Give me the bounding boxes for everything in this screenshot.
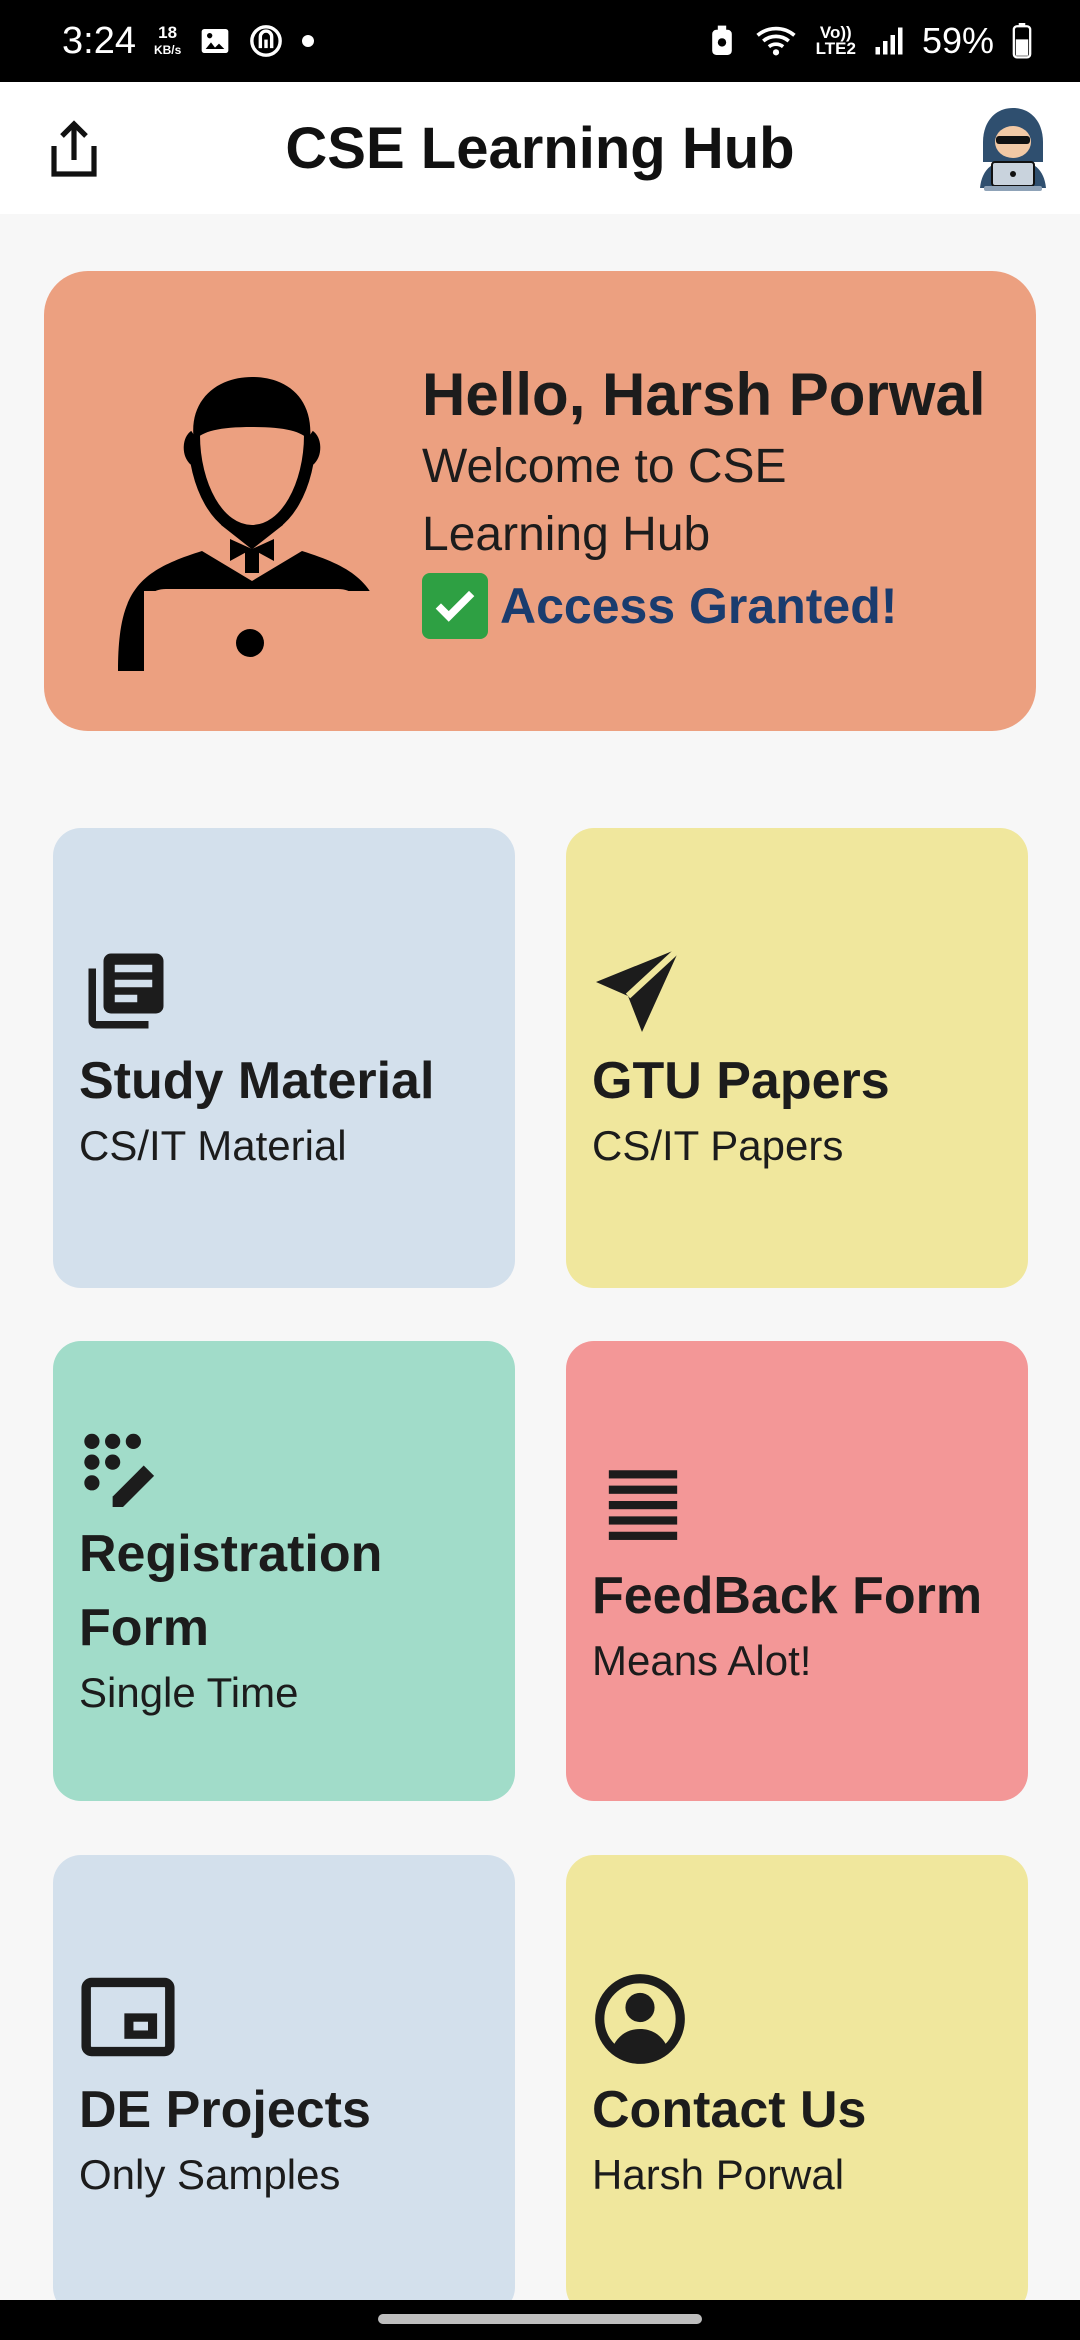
welcome-card: Hello, Harsh Porwal Welcome to CSE Learn… [44, 271, 1036, 731]
app-notification-icon [249, 24, 283, 58]
tile-title: FeedBack Form [592, 1567, 983, 1625]
tile-subtitle: Means Alot! [592, 1637, 812, 1684]
tile-study-material[interactable]: Study Material CS/IT Material [53, 828, 515, 1288]
tile-subtitle: CS/IT Papers [592, 1122, 844, 1169]
net-speed: 18 KB/s [153, 22, 182, 58]
tile-subtitle: Harsh Porwal [592, 2151, 845, 2198]
tile-title: Study Material [79, 1052, 435, 1110]
app-bar: CSE Learning Hub [0, 82, 1080, 214]
picture-in-picture-icon [79, 1977, 177, 2062]
tile-title: GTU Papers [592, 1052, 890, 1110]
welcome-text-block: Hello, Harsh Porwal Welcome to CSE Learn… [422, 357, 1022, 639]
greeting: Hello, Harsh Porwal [422, 361, 986, 428]
signal-icon [874, 26, 904, 56]
status-time: 3:24 [62, 19, 136, 62]
dot-icon [301, 34, 315, 48]
battery-percent: 59% [921, 20, 994, 61]
account-circle-icon [594, 1973, 686, 2070]
tile-subtitle: CS/IT Material [79, 1122, 347, 1169]
image-icon [199, 25, 231, 57]
user-illustration-icon [112, 351, 452, 675]
welcome-message: Welcome to CSE Learning Hub [422, 440, 787, 561]
battery-icon [1012, 23, 1032, 59]
send-icon [592, 944, 688, 1045]
tile-title: DE Projects [79, 2081, 371, 2139]
net-speed-value: 18 [158, 22, 178, 42]
cleaner-icon [708, 24, 736, 58]
tile-gtu-papers[interactable]: GTU Papers CS/IT Papers [566, 828, 1028, 1288]
page-title: CSE Learning Hub [285, 115, 795, 181]
tile-feedback-form[interactable]: FeedBack Form Means Alot! [566, 1341, 1028, 1801]
share-icon[interactable] [46, 118, 102, 182]
tile-subtitle: Single Time [79, 1669, 299, 1716]
lines-icon [602, 1459, 684, 1548]
access-granted-text: Access Granted! [500, 578, 898, 634]
home-gesture-handle[interactable] [378, 2314, 702, 2324]
tile-title: Contact Us [592, 2081, 867, 2139]
system-nav-bar [0, 2300, 1080, 2340]
library-books-icon [81, 946, 171, 1041]
status-bar: 3:24 18 KB/s Vo)) LTE2 59% [0, 0, 1080, 82]
tile-contact-us[interactable]: Contact Us Harsh Porwal [566, 1855, 1028, 2315]
network-type: Vo)) LTE2 [815, 24, 856, 58]
access-status: Access Granted! [422, 573, 1022, 639]
draw-icon [81, 1431, 165, 1512]
network-label-bottom: LTE2 [815, 39, 856, 58]
tile-title: Registration Form [79, 1525, 383, 1657]
tile-de-projects[interactable]: DE Projects Only Samples [53, 1855, 515, 2315]
tile-subtitle: Only Samples [79, 2151, 341, 2198]
wifi-icon [754, 24, 798, 58]
check-mark-icon [422, 573, 488, 639]
hacker-avatar-icon[interactable] [970, 104, 1056, 194]
net-speed-unit: KB/s [153, 42, 182, 57]
tile-registration-form[interactable]: Registration Form Single Time [53, 1341, 515, 1801]
